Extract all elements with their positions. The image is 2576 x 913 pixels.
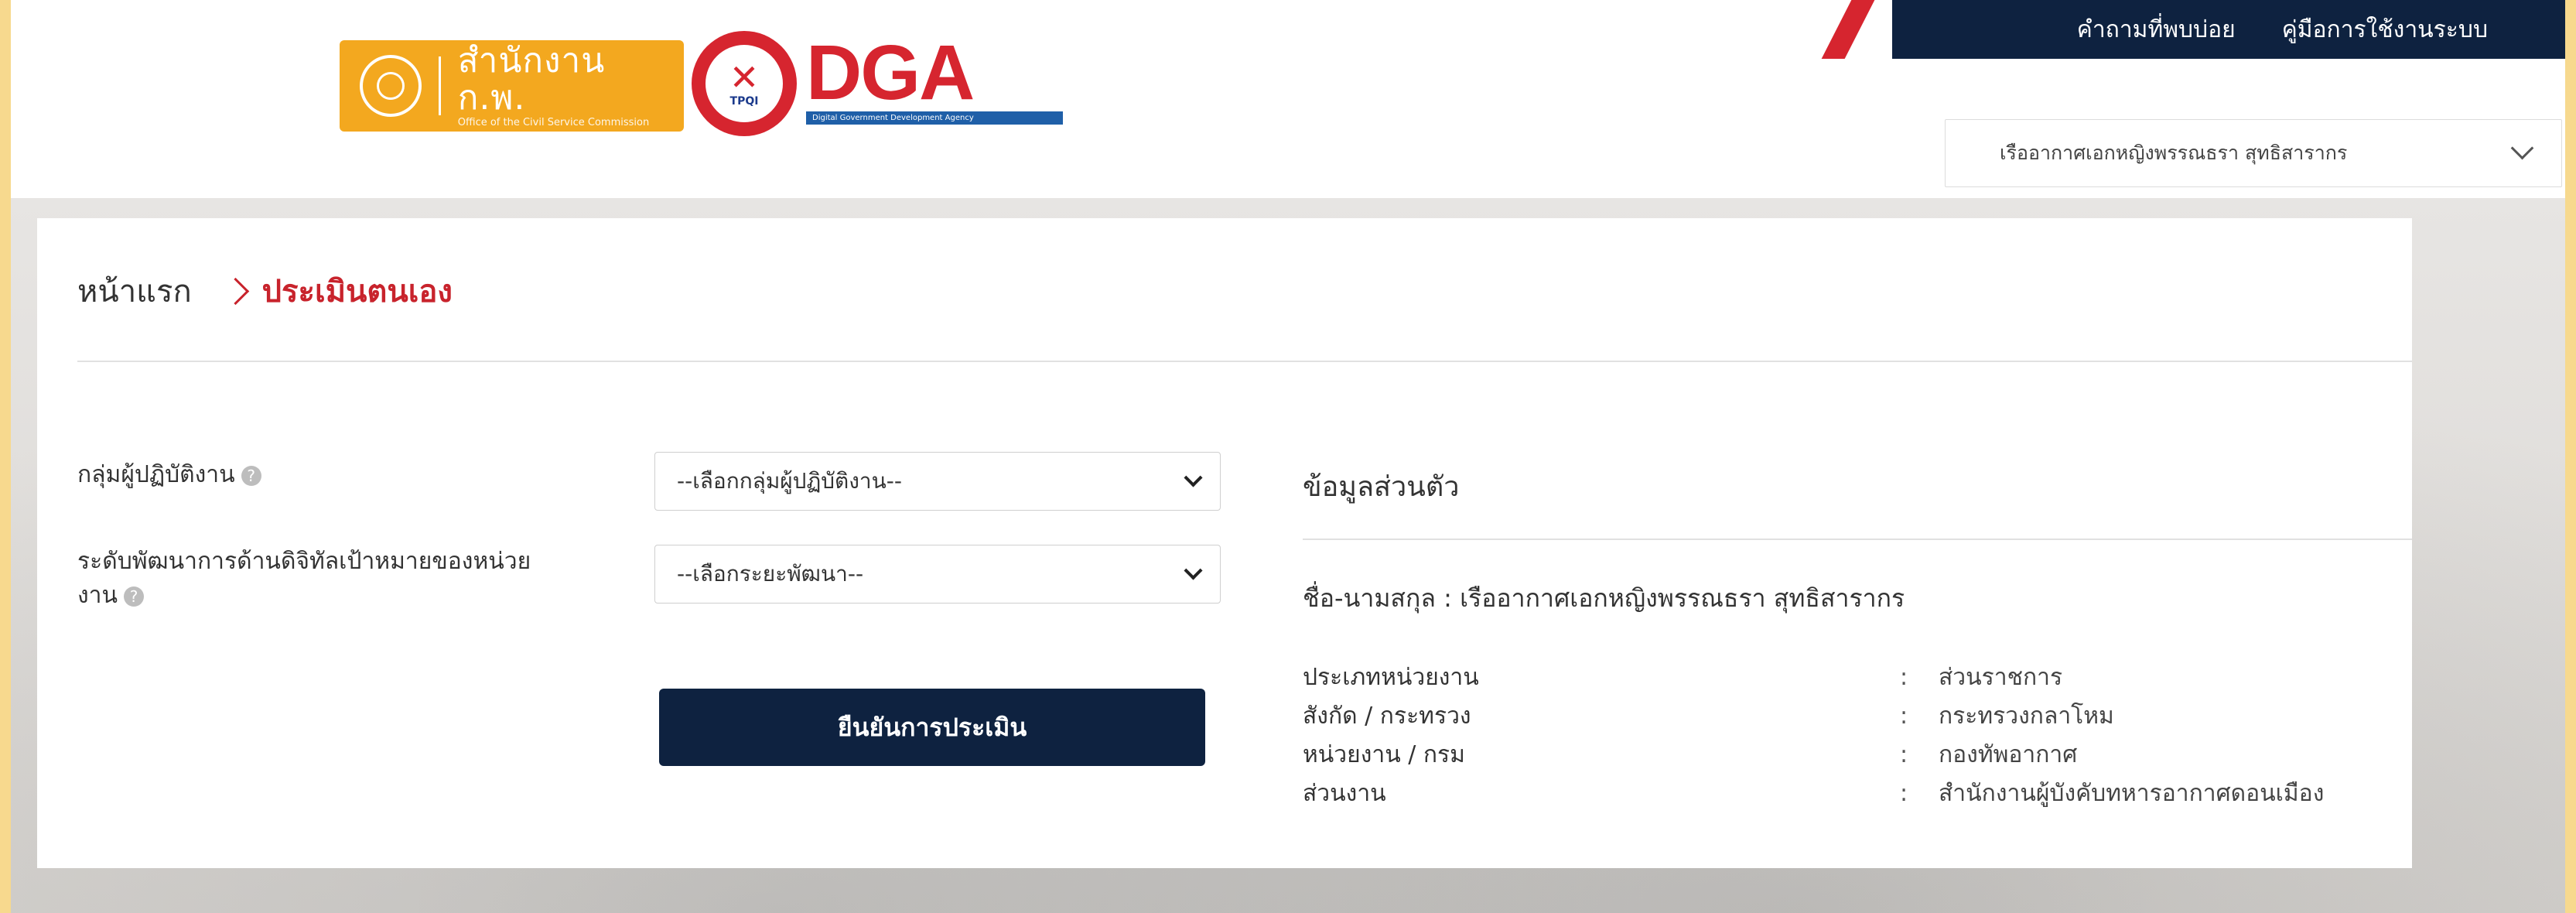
ocsc-logo-thai: สำนักงาน ก.พ. <box>457 41 606 118</box>
dga-logo-subtitle: Digital Government Development Agency <box>806 111 1063 125</box>
profile-fullname: ชื่อ-นามสกุล : เรืออากาศเอกหญิงพรรณธรา ส… <box>1303 583 1905 613</box>
profile-section-title: ข้อมูลส่วนตัว <box>1303 471 1460 503</box>
help-icon[interactable]: ? <box>124 586 145 607</box>
chevron-down-icon <box>1184 468 1203 487</box>
user-manual-link[interactable]: คู่มือการใช้งานระบบ <box>2282 12 2488 48</box>
ocsc-logo-text: สำนักงาน ก.พ. Office of the Civil Servic… <box>458 43 684 129</box>
tpqi-logo[interactable]: ✕ TPQI <box>692 31 797 136</box>
info-label: หน่วยงาน / กรม <box>1303 741 1465 768</box>
topbar-accent <box>1821 0 1875 59</box>
main-card: หน้าแรก ประเมินตนเอง กลุ่มผู้ปฏิบัติงาน?… <box>37 218 2412 868</box>
info-label: สังกัด / กระทรวง <box>1303 703 1471 730</box>
level-label-line1: ระดับพัฒนาการด้านดิจิทัลเป้าหมายของหน่วย <box>77 548 531 575</box>
level-label-line2: งาน <box>77 582 118 609</box>
chevron-right-icon <box>221 277 249 305</box>
page-frame: สำนักงาน ก.พ. Office of the Civil Servic… <box>11 0 2565 913</box>
divider <box>1303 539 2412 540</box>
info-value: ส่วนราชการ <box>1939 664 2063 691</box>
level-field-label: ระดับพัฒนาการด้านดิจิทัลเป้าหมายของหน่วย… <box>77 545 531 613</box>
dga-logo-word: DGA <box>806 29 975 116</box>
info-colon: : <box>1900 703 1908 730</box>
chevron-down-icon <box>2510 136 2534 160</box>
breadcrumb-current: ประเมินตนเอง <box>261 274 453 309</box>
info-colon: : <box>1900 741 1908 768</box>
ocsc-logo[interactable]: สำนักงาน ก.พ. Office of the Civil Servic… <box>340 40 684 132</box>
tpqi-emblem-icon: ✕ <box>729 56 760 98</box>
user-account-name: เรืออากาศเอกหญิงพรรณธรา สุทธิสารากร <box>2000 142 2348 164</box>
ocsc-seal-icon <box>360 55 422 117</box>
divider <box>77 361 2412 362</box>
info-value: สำนักงานผู้บังคับทหารอากาศดอนเมือง <box>1939 780 2325 807</box>
info-label: ประเภทหน่วยงาน <box>1303 664 1479 691</box>
development-level-select[interactable]: --เลือกระยะพัฒนา-- <box>654 545 1221 604</box>
chevron-down-icon <box>1184 561 1203 580</box>
info-label: ส่วนงาน <box>1303 780 1386 807</box>
info-value: กระทรวงกลาโหม <box>1939 703 2114 730</box>
user-account-select[interactable]: เรืออากาศเอกหญิงพรรณธรา สุทธิสารากร <box>1945 119 2562 187</box>
tpqi-logo-inner: ✕ TPQI <box>705 45 783 122</box>
development-level-select-value: --เลือกระยะพัฒนา-- <box>677 561 864 586</box>
dga-logo[interactable]: DGA Digital Government Development Agenc… <box>806 29 1063 125</box>
ocsc-logo-english: Office of the Civil Service Commission <box>457 117 650 128</box>
group-label-text: กลุ่มผู้ปฏิบัติงาน <box>77 461 235 488</box>
worker-group-select-value: --เลือกกลุ่มผู้ปฏิบัติงาน-- <box>677 468 902 494</box>
confirm-assessment-button[interactable]: ยืนยันการประเมิน <box>659 689 1205 766</box>
header: สำนักงาน ก.พ. Office of the Civil Servic… <box>11 0 2565 198</box>
info-value: กองทัพอากาศ <box>1939 741 2078 768</box>
breadcrumb: หน้าแรก ประเมินตนเอง <box>77 266 453 316</box>
top-nav-bar: คำถามที่พบบ่อย คู่มือการใช้งานระบบ <box>1892 0 2565 59</box>
faq-link[interactable]: คำถามที่พบบ่อย <box>2077 12 2236 48</box>
info-colon: : <box>1900 780 1908 807</box>
help-icon[interactable]: ? <box>241 465 261 486</box>
tpqi-logo-text: TPQI <box>729 95 759 108</box>
info-colon: : <box>1900 664 1908 691</box>
group-field-label: กลุ่มผู้ปฏิบัติงาน? <box>77 458 261 492</box>
logo-divider <box>438 56 441 115</box>
worker-group-select[interactable]: --เลือกกลุ่มผู้ปฏิบัติงาน-- <box>654 452 1221 511</box>
breadcrumb-home-link[interactable]: หน้าแรก <box>77 266 192 316</box>
